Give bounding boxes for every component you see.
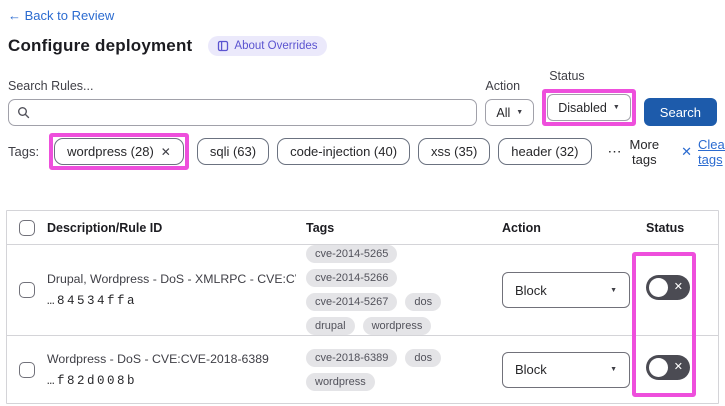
- rule-tag-pill: cve-2014-5266: [306, 269, 398, 287]
- rules-table-header: Description/Rule ID Tags Action Status: [7, 211, 718, 245]
- toggle-off-x-icon: ✕: [673, 281, 683, 293]
- column-header-description: Description/Rule ID: [47, 220, 163, 235]
- more-tags-label: More tags: [629, 136, 660, 167]
- tag-chip[interactable]: code-injection (40): [277, 138, 411, 165]
- title-row: Configure deployment About Overrides: [8, 36, 717, 56]
- rule-tag-pill: dos: [405, 348, 442, 367]
- ellipsis-icon: ⋯: [607, 143, 623, 159]
- row-checkbox[interactable]: [19, 361, 35, 378]
- status-filter-value: Disabled: [558, 100, 607, 115]
- rule-description: Drupal, Wordpress - DoS - XMLRPC - CVE:C…: [47, 272, 296, 286]
- tag-chip[interactable]: header (32): [498, 138, 592, 165]
- toggle-off-x-icon: ✕: [673, 360, 683, 373]
- chevron-down-icon: ▼: [610, 366, 617, 373]
- rule-tag-pill: cve-2014-5265: [306, 245, 398, 263]
- rule-description: Wordpress - DoS - CVE:CVE-2018-6389: [47, 351, 269, 366]
- status-filter-label: Status: [549, 69, 585, 83]
- search-button[interactable]: Search: [643, 98, 717, 126]
- more-tags-button[interactable]: ⋯ More tags: [608, 137, 660, 167]
- rule-tag-list: cve-2018-6389 dos wordpress: [306, 348, 492, 391]
- back-to-review-link[interactable]: ← Back to Review: [8, 8, 114, 23]
- rules-table-body: Drupal, Wordpress - DoS - XMLRPC - CVE:C…: [7, 245, 718, 403]
- action-filter-value: All: [496, 105, 511, 120]
- rule-id: …84534ffa: [47, 294, 138, 308]
- toggle-knob: [649, 357, 668, 377]
- page-title: Configure deployment: [8, 36, 193, 55]
- action-filter-label: Action: [485, 79, 521, 93]
- rule-tag-pill: drupal: [306, 317, 355, 335]
- clear-tags-label: Clear tags: [698, 136, 725, 167]
- column-header-status: Status: [646, 220, 685, 235]
- action-select[interactable]: Block ▼: [502, 272, 630, 308]
- table-row: Drupal, Wordpress - DoS - XMLRPC - CVE:C…: [7, 245, 718, 336]
- column-header-action: Action: [502, 220, 541, 235]
- tag-chip-wordpress-selected[interactable]: wordpress (28) ✕: [54, 138, 184, 165]
- status-filter-dropdown[interactable]: Disabled ▼: [547, 94, 631, 121]
- rule-tag-pill: cve-2014-5267: [306, 293, 398, 311]
- column-header-tags: Tags: [306, 220, 335, 235]
- rule-tag-pill: wordpress: [362, 317, 432, 335]
- about-overrides-badge[interactable]: About Overrides: [208, 36, 327, 56]
- chevron-down-icon: ▼: [516, 109, 524, 116]
- rule-tag-list: cve-2014-5265 cve-2014-5266 cve-2014-5267 d…: [306, 245, 492, 335]
- table-row: Wordpress - DoS - CVE:CVE-2018-6389 …f82…: [7, 336, 718, 403]
- tag-chip-list: sqli (63) code-injection (40) xss (35) head…: [196, 138, 592, 165]
- rule-id: …f82d008b: [47, 373, 138, 388]
- tag-chip[interactable]: xss (35): [418, 138, 491, 165]
- rules-table: Description/Rule ID Tags Action Status D…: [6, 210, 719, 404]
- about-overrides-label: About Overrides: [234, 40, 318, 52]
- chevron-down-icon: ▼: [610, 286, 617, 294]
- clear-tags-link[interactable]: ✕ Clear tags: [681, 137, 725, 167]
- toggle-knob: [649, 278, 668, 297]
- action-select[interactable]: Block ▼: [502, 351, 630, 388]
- rule-tag-pill: dos: [405, 293, 442, 311]
- rule-tag-pill: cve-2018-6389: [306, 348, 398, 367]
- tags-label: Tags:: [8, 144, 40, 159]
- configure-deployment-page: ← Back to Review Configure deployment Ab…: [0, 0, 725, 406]
- filter-row: Search Rules... Action All ▼ Status Disa…: [8, 69, 717, 126]
- search-input[interactable]: [8, 99, 478, 126]
- action-value: Block: [515, 282, 547, 298]
- remove-tag-icon[interactable]: ✕: [161, 145, 171, 159]
- status-toggle[interactable]: ✕: [646, 354, 690, 380]
- status-toggle[interactable]: ✕: [646, 275, 690, 300]
- clear-icon: ✕: [681, 143, 693, 159]
- tag-chip[interactable]: sqli (63): [196, 138, 270, 165]
- tags-filter-bar: Tags: wordpress (28) ✕ sqli (63) code-inj…: [8, 133, 725, 170]
- action-value: Block: [515, 362, 547, 377]
- search-rules-label: Search Rules...: [8, 79, 94, 93]
- search-icon: [18, 107, 30, 119]
- action-filter-dropdown[interactable]: All ▼: [485, 99, 535, 126]
- selected-tag-annotation: wordpress (28) ✕: [49, 133, 189, 170]
- selected-tag-label: wordpress (28): [67, 144, 154, 159]
- select-all-checkbox[interactable]: [19, 219, 35, 236]
- rule-tag-pill: wordpress: [306, 372, 375, 391]
- row-checkbox[interactable]: [19, 282, 35, 298]
- status-filter-annotation: Disabled ▼: [542, 89, 636, 126]
- book-icon: [218, 40, 229, 52]
- chevron-down-icon: ▼: [612, 104, 620, 111]
